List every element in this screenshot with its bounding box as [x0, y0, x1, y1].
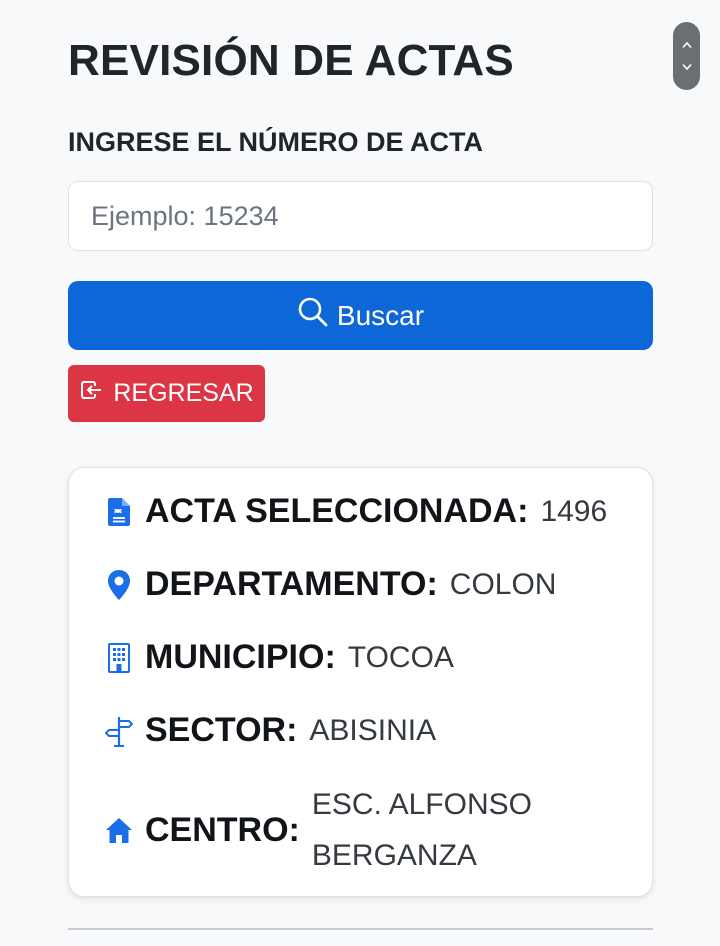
centro-key: CENTRO: [145, 810, 300, 849]
municipio-key: MUNICIPIO: [145, 638, 336, 676]
home-icon [105, 814, 133, 846]
divider [68, 928, 653, 930]
departamento-value: COLON [449, 567, 557, 601]
acta-details-card: ACTA SELECCIONADA: 1496 DEPARTAMENTO: CO… [68, 467, 653, 897]
acta-value: 1496 [540, 494, 608, 528]
back-button-label: REGRESAR [113, 379, 254, 407]
municipio-value: TOCOA [347, 640, 454, 674]
departamento-key: DEPARTAMENTO: [145, 565, 438, 603]
exit-icon [79, 378, 103, 409]
acta-key: ACTA SELECCIONADA: [145, 492, 529, 530]
chevron-down-icon[interactable] [681, 58, 693, 76]
search-button[interactable]: Buscar [68, 281, 653, 350]
chevron-up-icon[interactable] [681, 36, 693, 54]
search-button-label: Buscar [336, 299, 425, 331]
acta-number-input[interactable] [68, 181, 653, 251]
document-icon [105, 496, 133, 528]
sector-row: SECTOR: ABISINIA [105, 711, 436, 750]
municipio-row: MUNICIPIO: TOCOA [105, 638, 454, 677]
page: REVISIÓN DE ACTAS INGRESE EL NÚMERO DE A… [0, 0, 720, 946]
centro-row: CENTRO: ESC. ALFONSO BERGANZA [105, 779, 542, 881]
centro-value: ESC. ALFONSO BERGANZA [311, 788, 532, 872]
departamento-row: DEPARTAMENTO: COLON [105, 565, 556, 604]
acta-number-label: INGRESE EL NÚMERO DE ACTA [68, 127, 484, 157]
acta-row: ACTA SELECCIONADA: 1496 [105, 492, 607, 531]
sector-key: SECTOR: [145, 711, 298, 749]
scroll-control[interactable] [673, 22, 700, 90]
page-title: REVISIÓN DE ACTAS [68, 36, 514, 85]
building-icon [105, 642, 133, 674]
sector-value: ABISINIA [309, 713, 437, 747]
location-pin-icon [105, 569, 133, 601]
search-icon [297, 296, 329, 335]
back-button[interactable]: REGRESAR [68, 365, 265, 422]
signpost-icon [105, 715, 133, 747]
